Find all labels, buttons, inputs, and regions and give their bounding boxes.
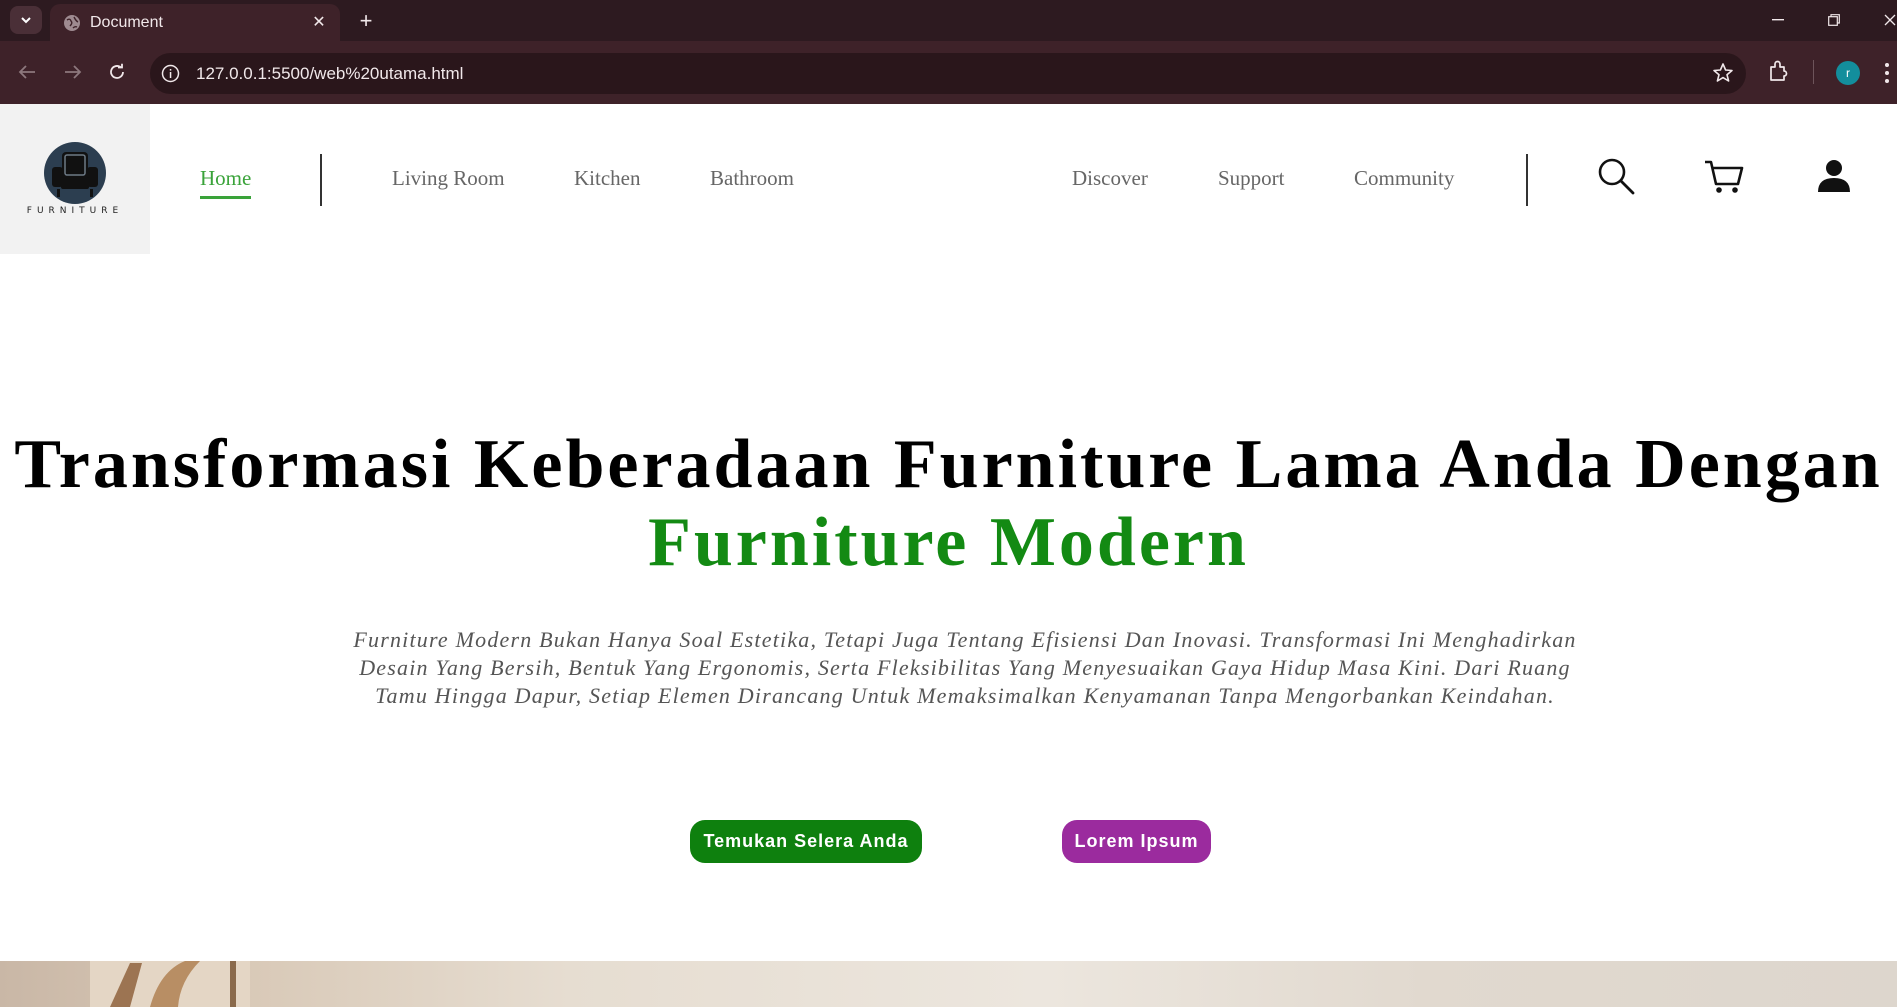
cart-icon[interactable] [1704, 156, 1744, 196]
nav-community[interactable]: Community [1354, 166, 1454, 191]
nav-divider-left [320, 154, 322, 206]
tab-search-button[interactable] [10, 6, 42, 34]
address-bar[interactable]: 127.0.0.1:5500/web%20utama.html [150, 53, 1746, 94]
close-window-icon[interactable] [1870, 6, 1897, 34]
web-page: FURNITURE Home Living Room Kitchen Bathr… [0, 104, 1897, 1007]
globe-icon [64, 15, 80, 31]
nav-kitchen[interactable]: Kitchen [574, 166, 640, 191]
browser-toolbar: 127.0.0.1:5500/web%20utama.html r [0, 41, 1897, 104]
armchair-logo-icon [44, 142, 106, 204]
hero-title: Transformasi Keberadaan Furniture Lama A… [14, 426, 1883, 503]
discover-taste-button[interactable]: Temukan Selera Anda [690, 820, 922, 863]
hero-banner-image [0, 961, 1897, 1007]
nav-living-room[interactable]: Living Room [392, 166, 505, 191]
brand-logo[interactable]: FURNITURE [0, 104, 150, 254]
kebab-menu-icon[interactable] [1882, 60, 1892, 86]
profile-avatar[interactable]: r [1836, 61, 1860, 85]
plus-icon[interactable]: + [352, 7, 380, 35]
forward-arrow-icon[interactable] [58, 57, 88, 87]
close-icon[interactable]: ✕ [308, 11, 330, 33]
tab-title: Document [90, 14, 163, 31]
star-icon[interactable] [1712, 62, 1734, 84]
back-arrow-icon[interactable] [12, 57, 42, 87]
furniture-photo-detail [90, 961, 250, 1007]
hero-title-accent: Furniture Modern [648, 504, 1249, 581]
chevron-down-icon [21, 17, 31, 24]
logo-text: FURNITURE [26, 206, 124, 216]
browser-tab-active[interactable]: Document ✕ [50, 4, 340, 41]
nav-support[interactable]: Support [1218, 166, 1285, 191]
url-text[interactable]: 127.0.0.1:5500/web%20utama.html [196, 64, 463, 84]
nav-divider-right [1526, 154, 1528, 206]
nav-bathroom[interactable]: Bathroom [710, 166, 794, 191]
hero-description: Furniture Modern Bukan Hanya Soal Esteti… [353, 627, 1577, 708]
nav-discover[interactable]: Discover [1072, 166, 1148, 191]
minimize-icon[interactable] [1758, 6, 1798, 34]
browser-tab-strip: Document ✕ + [0, 0, 1897, 41]
restore-icon[interactable] [1814, 6, 1854, 34]
toolbar-divider [1813, 60, 1814, 84]
info-icon[interactable] [160, 63, 181, 84]
nav-home[interactable]: Home [200, 166, 252, 199]
lorem-ipsum-button[interactable]: Lorem Ipsum [1062, 820, 1211, 863]
search-icon[interactable] [1596, 156, 1636, 196]
user-icon[interactable] [1814, 156, 1854, 196]
extensions-icon[interactable] [1766, 58, 1792, 84]
reload-icon[interactable] [102, 57, 132, 87]
